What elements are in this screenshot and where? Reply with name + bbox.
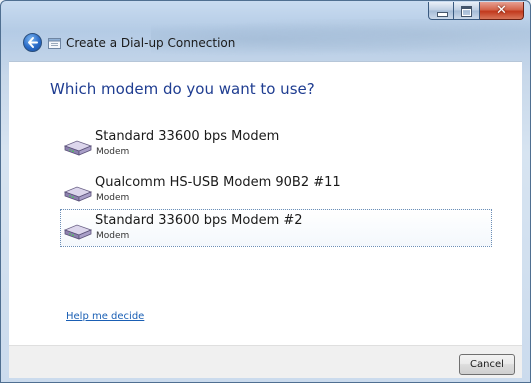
modem-name: Standard 33600 bps Modem #2 bbox=[95, 213, 303, 228]
footer-bar: Cancel bbox=[9, 345, 522, 378]
maximize-button[interactable] bbox=[454, 2, 480, 20]
modem-type: Modem bbox=[96, 231, 130, 241]
help-me-decide-link[interactable]: Help me decide bbox=[66, 311, 144, 322]
modem-type: Modem bbox=[96, 193, 130, 203]
close-button[interactable]: ✕ bbox=[480, 2, 524, 20]
close-icon: ✕ bbox=[496, 3, 507, 18]
dial-up-connection-icon bbox=[48, 37, 61, 49]
modem-option-standard-33600-2[interactable]: Standard 33600 bps Modem #2 Modem bbox=[60, 209, 492, 247]
modem-type: Modem bbox=[96, 147, 130, 157]
content-pane: Which modem do you want to use? Standard… bbox=[9, 61, 522, 345]
modem-icon bbox=[64, 224, 92, 240]
modem-name: Qualcomm HS-USB Modem 90B2 #11 bbox=[95, 175, 341, 190]
maximize-icon bbox=[461, 6, 472, 17]
back-arrow-icon bbox=[28, 37, 38, 48]
modem-name: Standard 33600 bps Modem bbox=[95, 129, 280, 144]
window-title: Create a Dial-up Connection bbox=[66, 36, 236, 50]
wizard-window: ✕ Create a Dial-up Connection Which mode… bbox=[0, 0, 531, 383]
modem-icon bbox=[64, 186, 92, 202]
window-caption-buttons: ✕ bbox=[428, 2, 524, 22]
modem-icon bbox=[64, 140, 92, 156]
modem-option-standard-33600[interactable]: Standard 33600 bps Modem Modem bbox=[60, 125, 492, 163]
back-button[interactable] bbox=[23, 33, 42, 52]
modem-option-qualcomm-hs-usb[interactable]: Qualcomm HS-USB Modem 90B2 #11 Modem bbox=[60, 171, 492, 209]
window-title-bar: Create a Dial-up Connection bbox=[48, 36, 235, 50]
page-heading: Which modem do you want to use? bbox=[50, 80, 315, 98]
minimize-button[interactable] bbox=[428, 2, 454, 20]
cancel-button[interactable]: Cancel bbox=[459, 354, 515, 375]
minimize-icon bbox=[437, 12, 448, 17]
